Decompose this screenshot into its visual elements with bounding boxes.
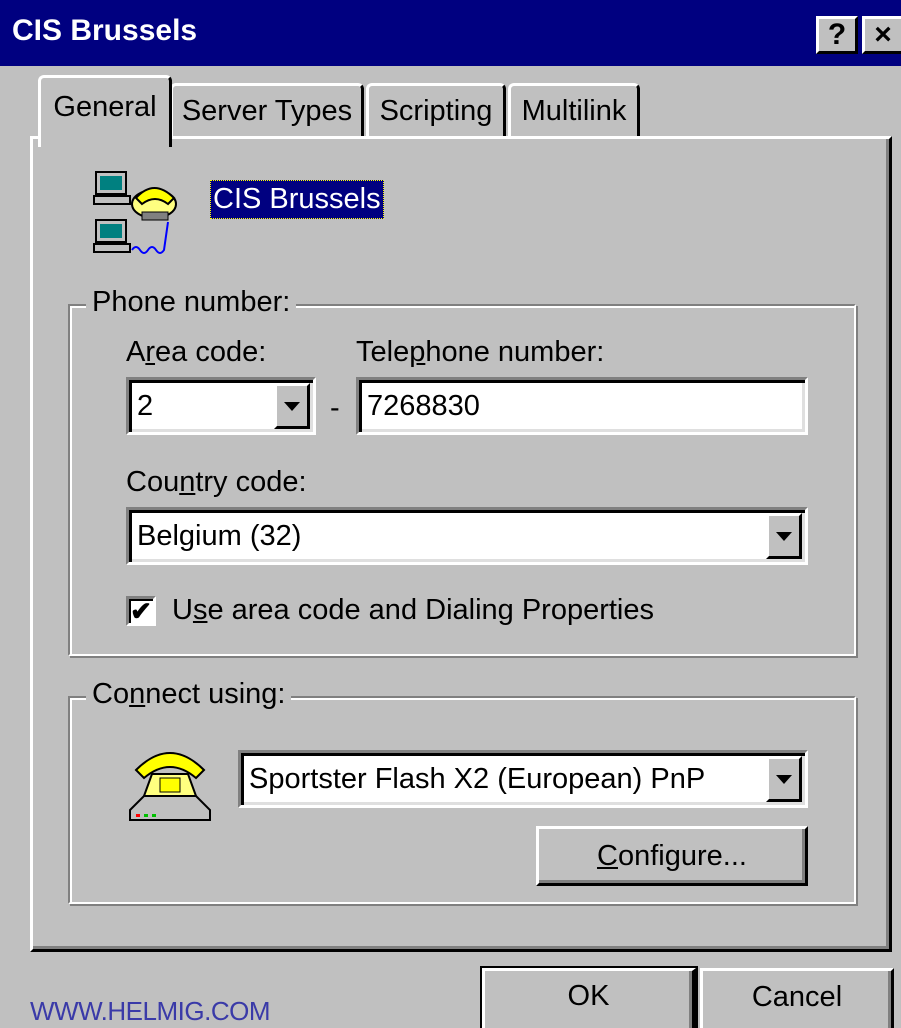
configure-label: Configure... [597,839,747,872]
connect-using-legend: Connect using: [86,678,292,711]
phone-number-legend: Phone number: [86,286,297,319]
use-area-code-label[interactable]: Use area code and Dialing Properties [172,594,654,627]
country-code-value: Belgium (32) [137,519,302,552]
tab-general[interactable]: General [38,75,172,147]
title-bar: CIS Brussels ? × [0,0,901,66]
tab-scripting[interactable]: Scripting [366,83,506,137]
telephone-number-label: Telephone number: [356,336,605,368]
area-code-dropdown[interactable]: 2 [126,377,316,435]
checkmark-icon: ✔ [130,596,152,626]
help-button[interactable]: ? [816,16,858,54]
area-code-dropdown-button[interactable] [274,383,310,429]
country-code-dropdown[interactable]: Belgium (32) [126,507,808,565]
telephone-modem-icon [129,752,211,821]
chevron-down-icon [284,401,300,411]
chevron-down-icon [776,774,792,784]
configure-button[interactable]: Configure... [536,826,808,886]
tab-label: Scripting [379,95,493,127]
telephone-number-input[interactable]: 7268830 [356,377,808,435]
area-code-value: 2 [137,389,154,422]
country-code-dropdown-button[interactable] [766,513,802,559]
cancel-button[interactable]: Cancel [700,968,894,1028]
tab-label: Multilink [521,95,627,127]
tab-multilink[interactable]: Multilink [508,83,640,137]
tab-server-types[interactable]: Server Types [170,83,364,137]
chevron-down-icon [776,531,792,541]
watermark: WWW.HELMIG.COM [30,996,270,1026]
cancel-label: Cancel [751,980,843,1013]
area-code-separator: - [330,392,340,424]
telephone-number-value: 7268830 [367,389,480,422]
use-area-code-checkbox[interactable]: ✔ [126,596,156,626]
close-button[interactable]: × [862,16,901,54]
close-icon: × [874,18,892,51]
ok-label: OK [567,980,610,1012]
tab-label: Server Types [181,95,353,127]
modem-dropdown[interactable]: Sportster Flash X2 (European) PnP [238,750,808,808]
modem-dropdown-button[interactable] [766,756,802,802]
area-code-label: Area code: [126,336,267,368]
modem-value: Sportster Flash X2 (European) PnP [249,762,706,795]
tab-label: General [53,91,157,123]
entry-name-field[interactable]: CIS Brussels [210,180,384,219]
dial-up-connection-icon [93,171,177,254]
ok-button[interactable]: OK [482,968,696,1028]
help-icon: ? [827,18,847,51]
window-title: CIS Brussels [12,14,198,47]
country-code-label: Country code: [126,466,307,498]
